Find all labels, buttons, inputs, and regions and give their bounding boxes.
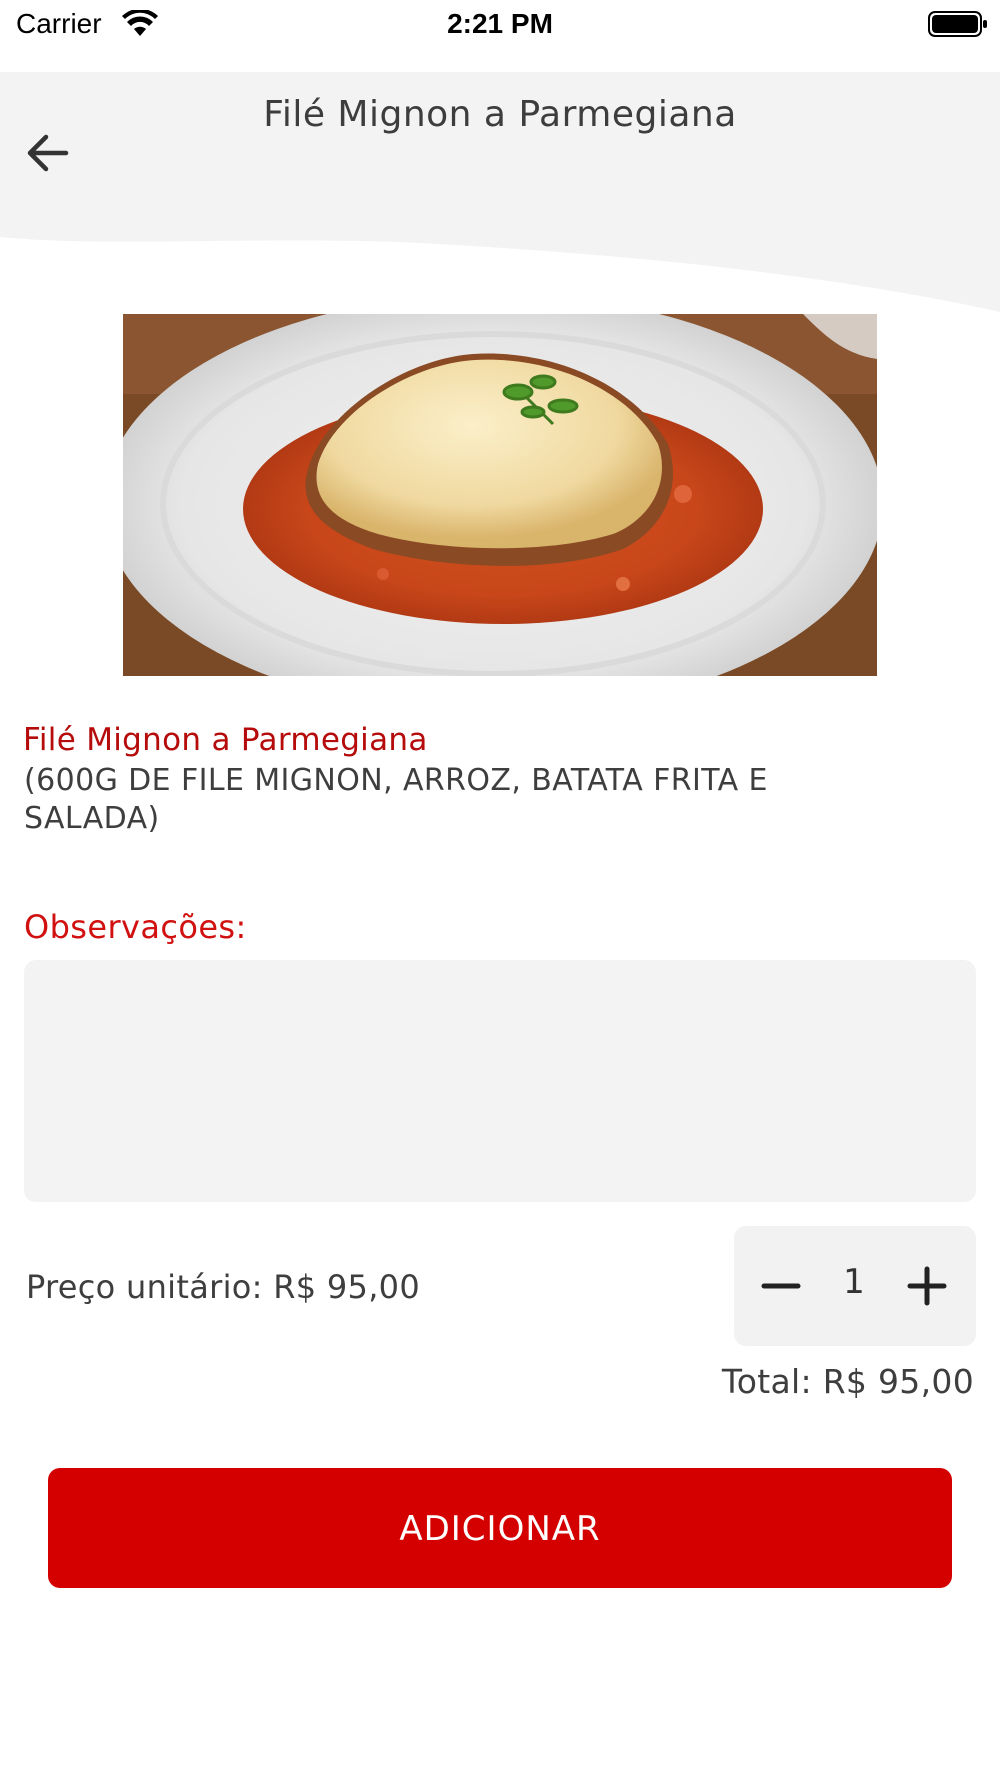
minus-icon[interactable]: [756, 1261, 806, 1311]
product-image: [123, 314, 877, 676]
add-button[interactable]: ADICIONAR: [48, 1468, 952, 1588]
product-description: (600G DE FILE MIGNON, ARROZ, BATATA FRIT…: [24, 763, 768, 836]
observations-input[interactable]: [24, 960, 976, 1202]
plus-icon[interactable]: [902, 1261, 952, 1311]
unit-price: Preço unitário: R$ 95,00: [26, 1268, 420, 1306]
observations-label: Observações:: [24, 908, 247, 946]
page-title: Filé Mignon a Parmegiana: [263, 94, 737, 135]
status-bar: Carrier 2:21 PM: [0, 0, 1000, 72]
quantity-value: 1: [843, 1262, 865, 1302]
quantity-stepper: 1: [734, 1226, 976, 1346]
battery-icon: [928, 11, 987, 37]
header: Filé Mignon a Parmegiana: [0, 72, 1000, 322]
status-time: 2:21 PM: [447, 8, 553, 39]
product-name: Filé Mignon a Parmegiana: [23, 722, 428, 758]
total-price: Total: R$ 95,00: [721, 1362, 974, 1401]
